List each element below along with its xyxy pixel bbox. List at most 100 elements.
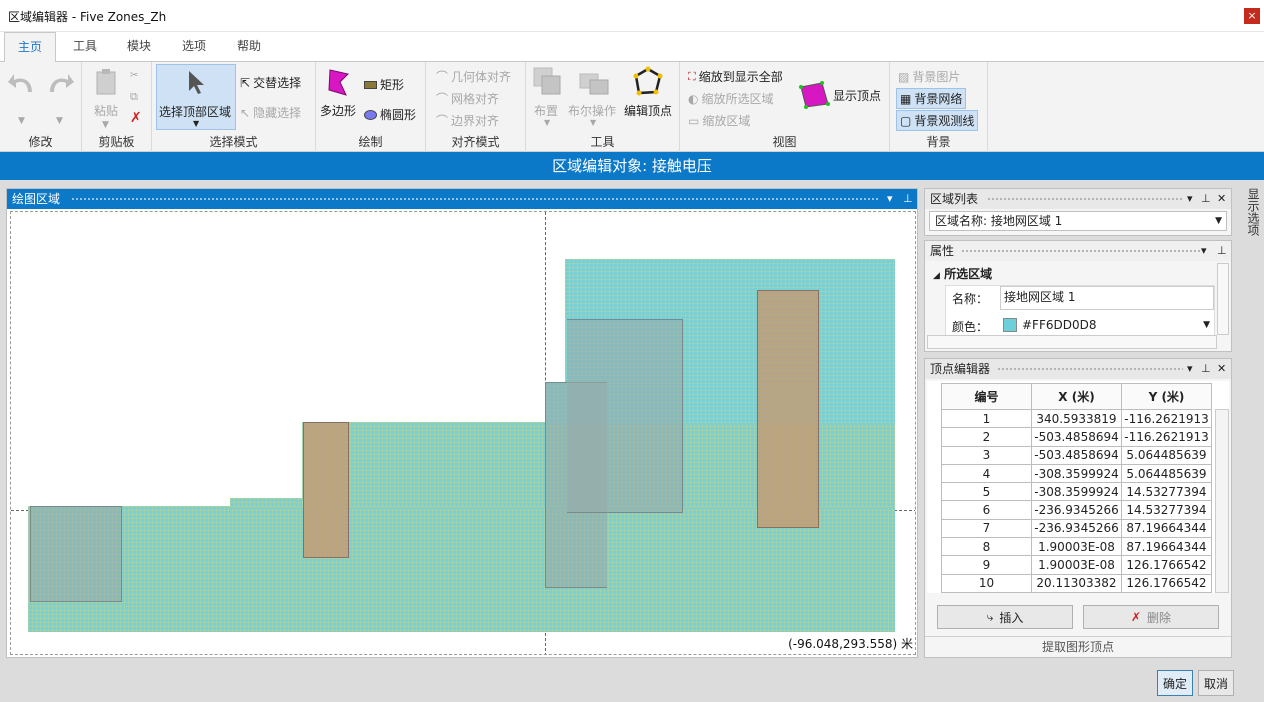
table-cell[interactable]: -503.4858694 <box>1031 427 1122 447</box>
table-cell[interactable]: 4 <box>941 463 1032 484</box>
horizontal-scrollbar[interactable] <box>927 335 1217 349</box>
pin-icon[interactable]: ⊥ <box>1217 241 1227 261</box>
bg-lines-button[interactable]: ▢ 背景观测线 <box>896 110 979 131</box>
table-row[interactable]: 5 -308.3599924 14.53277394 <box>941 482 1212 502</box>
table-row[interactable]: 7 -236.9345266 87.19664344 <box>941 518 1212 539</box>
table-cell[interactable]: 3 <box>941 445 1032 465</box>
polygon-icon[interactable] <box>326 68 352 101</box>
sub-area-gray[interactable] <box>30 506 122 602</box>
layout-dropdown-icon[interactable]: ▼ <box>544 118 550 127</box>
redo-icon[interactable] <box>44 68 76 101</box>
bg-grid-button[interactable]: ▦ 背景网络 <box>896 88 967 109</box>
close-icon[interactable]: ✕ <box>1217 359 1226 379</box>
dropdown-icon[interactable]: ▾ <box>887 189 893 209</box>
edit-vertex-button[interactable]: 编辑顶点 <box>624 102 672 119</box>
drawing-canvas[interactable]: (-96.048,293.558) 米 <box>10 211 916 655</box>
name-field[interactable]: 接地网区域 1 <box>1000 286 1214 310</box>
table-cell[interactable]: 14.53277394 <box>1121 500 1212 520</box>
boolean-icon[interactable] <box>578 70 610 101</box>
polygon-button[interactable]: 多边形 <box>320 102 356 119</box>
table-cell[interactable]: 5.064485639 <box>1121 445 1212 465</box>
table-cell[interactable]: 1.90003E-08 <box>1031 537 1122 557</box>
sub-area-gray[interactable] <box>567 319 683 513</box>
table-cell[interactable]: 6 <box>941 500 1032 520</box>
table-cell[interactable]: 1.90003E-08 <box>1031 555 1122 575</box>
delete-icon[interactable]: ✗ <box>130 110 142 126</box>
table-row[interactable]: 3 -503.4858694 5.064485639 <box>941 445 1212 465</box>
table-cell[interactable]: 10 <box>941 573 1032 593</box>
hide-select-button[interactable]: ↖ 隐藏选择 <box>240 104 301 121</box>
table-cell[interactable]: -116.2621913 <box>1121 408 1212 429</box>
table-cell[interactable]: -236.9345266 <box>1031 518 1122 539</box>
table-row[interactable]: 6 -236.9345266 14.53277394 <box>941 500 1212 520</box>
table-cell[interactable]: 20.11303382 <box>1031 573 1122 593</box>
layout-icon[interactable] <box>532 66 564 101</box>
show-vertex-button[interactable]: 显示顶点 <box>798 80 881 110</box>
delete-button[interactable]: ✗ 删除 <box>1083 605 1219 629</box>
tab-tools[interactable]: 工具 <box>60 32 110 62</box>
rect-button[interactable]: 矩形 <box>364 76 404 93</box>
column-header[interactable]: Y (米) <box>1121 383 1212 410</box>
table-cell[interactable]: 5 <box>941 482 1032 502</box>
table-cell[interactable]: 8 <box>941 537 1032 557</box>
table-cell[interactable]: 126.1766542 <box>1121 555 1212 575</box>
table-row[interactable]: 4 -308.3599924 5.064485639 <box>941 463 1212 484</box>
table-cell[interactable]: 2 <box>941 427 1032 447</box>
table-row[interactable]: 8 1.90003E-08 87.19664344 <box>941 537 1212 557</box>
table-cell[interactable]: 9 <box>941 555 1032 575</box>
paste-icon[interactable] <box>94 68 120 101</box>
zoom-all-button[interactable]: ⛶ 缩放到显示全部 <box>688 68 783 85</box>
copy-icon[interactable]: ⧉ <box>130 90 138 104</box>
table-cell[interactable]: 126.1766542 <box>1121 573 1212 593</box>
table-cell[interactable]: -116.2621913 <box>1121 427 1212 447</box>
table-cell[interactable]: 87.19664344 <box>1121 537 1212 557</box>
redo-dropdown-icon[interactable]: ▼ <box>56 116 63 126</box>
table-cell[interactable]: 5.064485639 <box>1121 463 1212 484</box>
dropdown-icon[interactable]: ▾ <box>1187 359 1193 379</box>
dropdown-icon[interactable]: ▾ <box>1201 241 1207 261</box>
ellipse-button[interactable]: 椭圆形 <box>364 106 416 123</box>
color-field[interactable]: #FF6DD0D8 ▼ <box>1000 314 1214 336</box>
undo-dropdown-icon[interactable]: ▼ <box>18 116 25 126</box>
table-cell[interactable]: 1 <box>941 408 1032 429</box>
table-row[interactable]: 10 20.11303382 126.1766542 <box>941 573 1212 593</box>
undo-icon[interactable] <box>6 68 38 101</box>
zoom-area-button[interactable]: ▭ 缩放区域 <box>688 112 750 129</box>
boolean-button[interactable]: 布尔操作 <box>568 102 616 119</box>
table-cell[interactable]: -308.3599924 <box>1031 482 1122 502</box>
table-cell[interactable]: -308.3599924 <box>1031 463 1122 484</box>
side-tab-display-options[interactable]: 显示选项 <box>1240 188 1262 236</box>
tab-options[interactable]: 选项 <box>168 32 220 62</box>
geom-align-button[interactable]: ⌒ 几何体对齐 <box>436 68 511 85</box>
insert-button[interactable]: ⤷ 插入 <box>937 605 1073 629</box>
dropdown-icon[interactable]: ▾ <box>1187 189 1193 209</box>
table-cell[interactable]: 87.19664344 <box>1121 518 1212 539</box>
paste-dropdown-icon[interactable]: ▼ <box>102 120 109 130</box>
tab-modules[interactable]: 模块 <box>114 32 164 62</box>
table-cell[interactable]: 7 <box>941 518 1032 539</box>
close-icon[interactable]: ✕ <box>1217 189 1226 209</box>
column-header[interactable]: X (米) <box>1031 383 1122 410</box>
column-header[interactable]: 编号 <box>941 383 1032 410</box>
table-row[interactable]: 2 -503.4858694 -116.2621913 <box>941 427 1212 447</box>
pin-icon[interactable]: ⊥ <box>1201 359 1211 379</box>
tab-home[interactable]: 主页 <box>4 32 56 63</box>
paste-button[interactable]: 粘贴 <box>94 102 118 119</box>
grid-align-button[interactable]: ⌒ 网格对齐 <box>436 90 499 107</box>
boolean-dropdown-icon[interactable]: ▼ <box>590 118 596 127</box>
close-button[interactable]: × <box>1244 8 1260 24</box>
table-cell[interactable]: 340.5933819 <box>1031 408 1122 429</box>
table-cell[interactable]: 14.53277394 <box>1121 482 1212 502</box>
table-row[interactable]: 9 1.90003E-08 126.1766542 <box>941 555 1212 575</box>
vertical-scrollbar[interactable] <box>1217 263 1229 335</box>
table-cell[interactable]: -503.4858694 <box>1031 445 1122 465</box>
table-row[interactable]: 1 340.5933819 -116.2621913 <box>941 408 1212 429</box>
table-scrollbar[interactable] <box>1215 409 1229 593</box>
sub-area-brown[interactable] <box>757 290 819 528</box>
cut-icon[interactable]: ✂ <box>130 70 138 81</box>
zone-select[interactable]: 区域名称: 接地网区域 1 ▼ <box>929 211 1227 231</box>
cross-select-button[interactable]: ⇱ 交替选择 <box>240 74 301 91</box>
zoom-selected-button[interactable]: ◐ 缩放所选区域 <box>688 90 774 107</box>
pin-icon[interactable]: ⊥ <box>903 189 913 209</box>
layout-button[interactable]: 布置 <box>534 102 558 119</box>
